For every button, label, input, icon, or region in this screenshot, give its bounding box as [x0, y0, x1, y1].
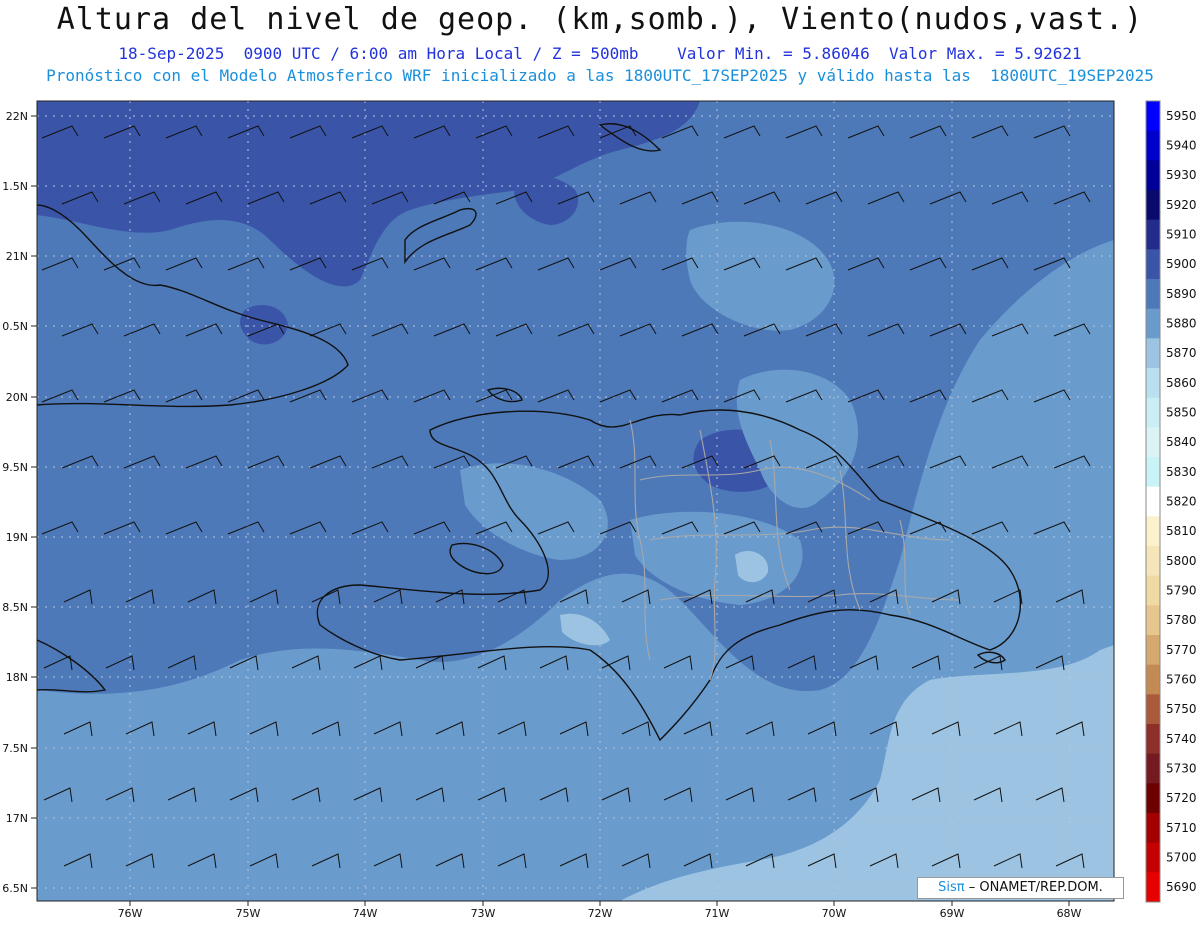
- colorbar-swatch: [1146, 368, 1160, 399]
- lon-label: 75W: [236, 907, 261, 920]
- colorbar-swatch: [1146, 101, 1160, 132]
- colorbar-swatch: [1146, 694, 1160, 725]
- colorbar-label: 5750: [1166, 702, 1197, 716]
- colorbar-swatch: [1146, 190, 1160, 221]
- colorbar: 5950 5940 5930 5920 5910 5900 5890 5880 5870 5860…: [1145, 100, 1197, 903]
- colorbar-label: 5860: [1166, 376, 1197, 390]
- colorbar-label: 5720: [1166, 791, 1197, 805]
- lat-label: 0.5N: [2, 320, 28, 333]
- colorbar-swatch: [1146, 397, 1160, 428]
- colorbar-label: 5850: [1166, 406, 1197, 420]
- lat-label: 8.5N: [2, 601, 28, 614]
- colorbar-label: 5820: [1166, 495, 1197, 509]
- colorbar-swatch: [1146, 279, 1160, 310]
- colorbar-swatch: [1146, 783, 1160, 814]
- colorbar-label: 5830: [1166, 465, 1197, 479]
- colorbar-label: 5950: [1166, 109, 1197, 123]
- geopotential-map: 22N 1.5N 21N 0.5N 20N 9.5N 19N 8.5N 18N 7.5N 17N 6.…: [2, 100, 1197, 920]
- colorbar-swatch: [1146, 130, 1160, 161]
- colorbar-swatch: [1146, 338, 1160, 369]
- colorbar-label: 5790: [1166, 584, 1197, 598]
- colorbar-swatch: [1146, 872, 1160, 903]
- lon-label: 74W: [353, 907, 378, 920]
- colorbar-swatch: [1146, 575, 1160, 606]
- colorbar-swatch: [1146, 486, 1160, 517]
- colorbar-label: 5690: [1166, 880, 1197, 894]
- colorbar-swatch: [1146, 160, 1160, 191]
- colorbar-label: 5880: [1166, 317, 1197, 331]
- lon-label: 70W: [822, 907, 847, 920]
- credit-sis: Sisπ: [938, 880, 965, 895]
- colorbar-swatch: [1146, 516, 1160, 547]
- lat-label: 19N: [6, 531, 28, 544]
- colorbar-label: 5940: [1166, 139, 1197, 153]
- colorbar-label: 5900: [1166, 257, 1197, 271]
- colorbar-swatch: [1146, 427, 1160, 458]
- colorbar-swatch: [1146, 308, 1160, 339]
- lat-label: 18N: [6, 671, 28, 684]
- lat-label: 7.5N: [2, 742, 28, 755]
- colorbar-swatch: [1146, 457, 1160, 488]
- colorbar-swatch: [1146, 249, 1160, 280]
- colorbar-label: 5700: [1166, 851, 1197, 865]
- colorbar-swatch: [1146, 664, 1160, 695]
- lat-label: 21N: [6, 250, 28, 263]
- credit-box: Sisπ – ONAMET/REP.DOM.: [917, 877, 1124, 899]
- colorbar-label: 5730: [1166, 762, 1197, 776]
- colorbar-label: 5870: [1166, 346, 1197, 360]
- colorbar-label: 5740: [1166, 732, 1197, 746]
- lat-label: 22N: [6, 110, 28, 123]
- colorbar-swatch: [1146, 635, 1160, 666]
- lon-label: 68W: [1057, 907, 1082, 920]
- colorbar-label: 5930: [1166, 168, 1197, 182]
- colorbar-swatch: [1146, 605, 1160, 636]
- colorbar-swatch: [1146, 546, 1160, 577]
- latitude-labels: 22N 1.5N 21N 0.5N 20N 9.5N 19N 8.5N 18N 7.5N 17N 6.…: [2, 110, 37, 895]
- colorbar-label: 5770: [1166, 643, 1197, 657]
- lat-label: 9.5N: [2, 461, 28, 474]
- colorbar-label: 5780: [1166, 613, 1197, 627]
- lon-label: 73W: [471, 907, 496, 920]
- credit-org: – ONAMET/REP.DOM.: [968, 880, 1103, 895]
- colorbar-label: 5840: [1166, 435, 1197, 449]
- colorbar-label: 5760: [1166, 673, 1197, 687]
- colorbar-swatch: [1146, 813, 1160, 844]
- colorbar-swatch: [1146, 724, 1160, 755]
- colorbar-swatch: [1146, 753, 1160, 784]
- colorbar-label: 5890: [1166, 287, 1197, 301]
- colorbar-label: 5800: [1166, 554, 1197, 568]
- lat-label: 1.5N: [2, 180, 28, 193]
- lon-label: 71W: [705, 907, 730, 920]
- colorbar-label: 5810: [1166, 524, 1197, 538]
- lon-label: 69W: [940, 907, 965, 920]
- colorbar-swatch: [1146, 842, 1160, 873]
- colorbar-label: 5710: [1166, 821, 1197, 835]
- colorbar-label: 5920: [1166, 198, 1197, 212]
- lon-label: 72W: [588, 907, 613, 920]
- colorbar-label: 5910: [1166, 228, 1197, 242]
- lat-label: 6.5N: [2, 882, 28, 895]
- lon-label: 76W: [118, 907, 143, 920]
- colorbar-swatch: [1146, 219, 1160, 250]
- lat-label: 20N: [6, 391, 28, 404]
- lat-label: 17N: [6, 812, 28, 825]
- longitude-labels: 76W 75W 74W 73W 72W 71W 70W 69W 68W: [118, 901, 1082, 920]
